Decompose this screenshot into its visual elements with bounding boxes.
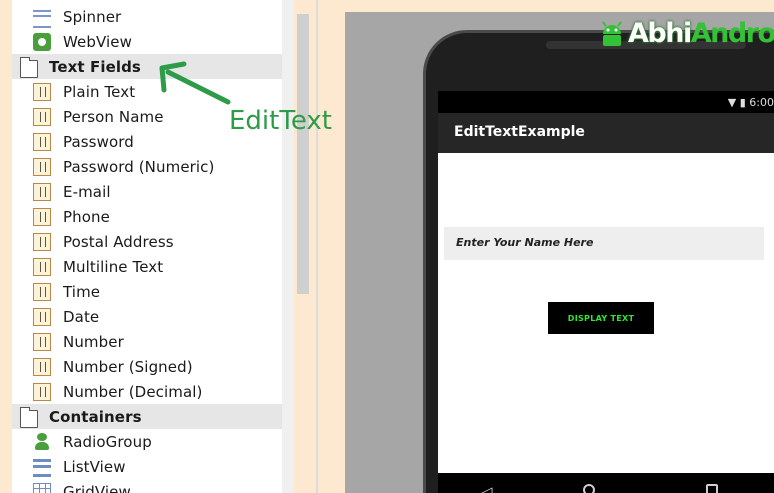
palette-item[interactable]: Number (Decimal) (12, 379, 294, 404)
palette-scrollbar-thumb[interactable] (297, 14, 309, 294)
palette-category[interactable]: Containers (12, 404, 294, 429)
palette-item-label: Multiline Text (63, 257, 164, 276)
palette-item[interactable]: ListView (12, 454, 294, 479)
palette-item-label: Containers (49, 407, 142, 426)
text-field-icon (33, 357, 51, 376)
device-screen: ▼ ▮ 6:00 EditTextExample Enter Your Name… (438, 91, 774, 493)
palette-item-label: Spinner (63, 7, 122, 26)
text-field-icon (33, 157, 51, 176)
text-field-icon (33, 82, 51, 101)
name-edittext[interactable]: Enter Your Name Here (444, 227, 764, 260)
recents-icon[interactable] (706, 484, 718, 493)
action-bar: EditTextExample (438, 113, 774, 153)
text-field-icon (33, 207, 51, 226)
palette-item-label: ListView (63, 457, 126, 476)
palette-item-label: Number (Signed) (63, 357, 193, 376)
text-field-icon (33, 307, 51, 326)
text-field-icon (33, 182, 51, 201)
webview-icon (33, 32, 51, 51)
display-text-button[interactable]: DISPLAY TEXT (548, 302, 654, 334)
spinner-icon (33, 10, 51, 28)
folder-icon (20, 407, 38, 428)
palette-item-label: E-mail (63, 182, 111, 201)
device-frame: ▼ ▮ 6:00 EditTextExample Enter Your Name… (423, 30, 774, 493)
palette-item[interactable]: Password (Numeric) (12, 154, 294, 179)
palette-item-label: GridView (63, 482, 131, 493)
annotation-arrow-icon (159, 61, 231, 105)
palette-item[interactable]: Phone (12, 204, 294, 229)
palette-item[interactable]: Date (12, 304, 294, 329)
palette-item-label: Person Name (63, 107, 164, 126)
palette-item-label: Password (Numeric) (63, 157, 215, 176)
status-time: 6:00 (749, 96, 774, 109)
navigation-bar: ◁ (438, 473, 774, 493)
layout-content: Enter Your Name Here DISPLAY TEXT (438, 153, 774, 473)
palette-item-label: Phone (63, 207, 110, 226)
app-title: EditTextExample (454, 124, 585, 140)
status-icons: ▼ ▮ 6:00 (728, 96, 774, 109)
palette-item[interactable]: WebView (12, 29, 294, 54)
palette-item-label: Number (63, 332, 124, 351)
palette-item-label: Number (Decimal) (63, 382, 203, 401)
status-bar: ▼ ▮ 6:00 (438, 91, 774, 113)
palette-item[interactable]: Number (12, 329, 294, 354)
palette-item[interactable]: E-mail (12, 179, 294, 204)
home-icon[interactable] (583, 484, 595, 493)
palette-item[interactable]: Multiline Text (12, 254, 294, 279)
palette-item-label: Plain Text (63, 82, 136, 101)
panel-divider[interactable] (316, 0, 318, 493)
text-field-icon (33, 107, 51, 126)
annotation-label: EditText (229, 106, 332, 136)
text-field-icon (33, 282, 51, 301)
palette-item-label: Time (63, 282, 101, 301)
text-field-icon (33, 232, 51, 251)
text-field-icon (33, 257, 51, 276)
listview-icon (33, 459, 51, 477)
battery-icon: ▮ (739, 96, 746, 109)
palette-item-label: WebView (63, 32, 132, 51)
radiogroup-icon (33, 432, 51, 451)
palette-item-label: Date (63, 307, 100, 326)
palette-item[interactable]: GridView (12, 479, 294, 493)
logo-text: AbhiAndroi (628, 18, 774, 49)
text-field-icon (33, 132, 51, 151)
palette-item-label: Password (63, 132, 134, 151)
gridview-icon (33, 482, 51, 493)
edittext-hint: Enter Your Name Here (456, 236, 594, 249)
palette-item[interactable]: RadioGroup (12, 429, 294, 454)
text-field-icon (33, 382, 51, 401)
android-robot-icon (602, 21, 622, 46)
text-field-icon (33, 332, 51, 351)
palette-item[interactable]: Postal Address (12, 229, 294, 254)
palette-item-label: Text Fields (49, 57, 141, 76)
design-canvas: ▼ ▮ 6:00 EditTextExample Enter Your Name… (345, 12, 774, 493)
folder-icon (20, 57, 38, 78)
wifi-icon: ▼ (727, 96, 737, 109)
back-icon[interactable]: ◁ (481, 483, 493, 493)
palette-item-label: Postal Address (63, 232, 174, 251)
palette-scrollbar-track[interactable] (282, 0, 294, 493)
palette-item[interactable]: Time (12, 279, 294, 304)
palette-item[interactable]: Number (Signed) (12, 354, 294, 379)
palette-item[interactable]: Spinner (12, 4, 294, 29)
palette-item-label: RadioGroup (63, 432, 152, 451)
